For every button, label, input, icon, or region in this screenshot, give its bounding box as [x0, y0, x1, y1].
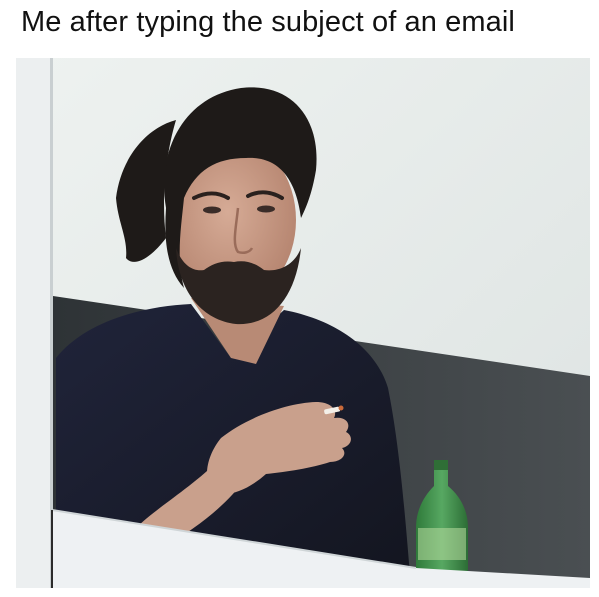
- meme-image: Me after typing the subject of an email: [0, 0, 599, 597]
- meme-caption: Me after typing the subject of an email: [21, 6, 515, 38]
- left-pillar: [16, 58, 50, 588]
- meme-photo: [16, 58, 590, 588]
